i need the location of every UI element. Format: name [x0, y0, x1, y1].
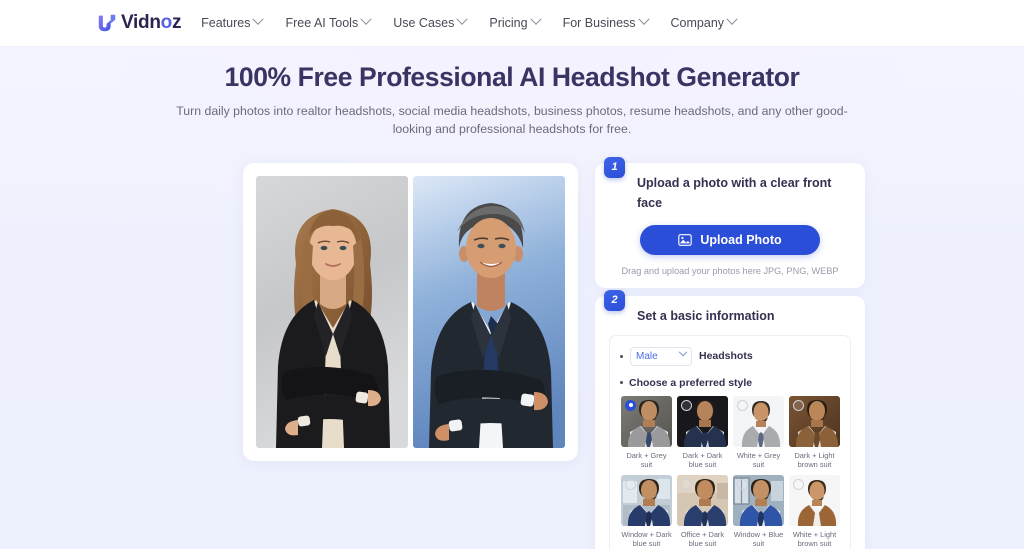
style-radio-selected[interactable]: [625, 399, 636, 411]
chevron-down-icon: [360, 13, 372, 25]
nav-label: Use Cases: [393, 16, 455, 30]
main-content: 1 Upload a photo with a clear front face…: [0, 139, 1024, 549]
style-label: Dark + Light brown suit: [794, 450, 835, 469]
upload-photo-button[interactable]: Upload Photo: [640, 224, 820, 255]
style-thumbnail: [621, 395, 672, 447]
chevron-down-icon: [529, 13, 542, 25]
nav-item-company[interactable]: Company: [670, 13, 738, 30]
style-option-white-light-brown-suit[interactable]: White + Light brown suit: [789, 475, 840, 549]
vidnoz-v-logo-icon: [96, 12, 118, 34]
page-body: 100% Free Professional AI Headshot Gener…: [0, 47, 1024, 549]
style-option-white-grey-suit[interactable]: White + Grey suit: [733, 395, 784, 470]
nav-label: Free AI Tools: [285, 16, 359, 30]
style-option-dark-grey-suit[interactable]: Dark + Grey suit: [621, 395, 672, 470]
style-radio[interactable]: [793, 399, 804, 411]
style-label: Office + Dark blue suit: [680, 530, 725, 549]
bullet-icon: [620, 354, 623, 358]
upload-hint-text: Drag and upload your photos here JPG, PN…: [621, 265, 839, 276]
style-radio[interactable]: [681, 399, 692, 411]
nav-item-use-cases[interactable]: Use Cases: [393, 13, 469, 30]
style-thumbnail: [733, 395, 784, 447]
nav-label: Features: [201, 16, 251, 30]
chevron-down-icon: [252, 13, 265, 25]
style-option-window-blue-suit[interactable]: Window + Blue suit: [733, 475, 784, 549]
style-label: Dark + Grey suit: [626, 450, 667, 469]
style-label: Window + Blue suit: [733, 530, 784, 549]
step-2-title: Set a basic information: [637, 308, 775, 323]
chevron-down-icon: [678, 348, 688, 357]
bullet-icon: [620, 381, 623, 385]
style-radio[interactable]: [737, 399, 748, 411]
nav-label: For Business: [562, 16, 636, 30]
chevron-down-icon: [637, 13, 650, 25]
gender-select[interactable]: Male: [630, 346, 692, 366]
step-2-card: 2 Set a basic information Male Headshots…: [595, 289, 865, 549]
style-thumbnail: [677, 395, 728, 447]
style-thumbnail: [789, 475, 840, 527]
gender-row: Male Headshots: [620, 346, 840, 366]
logo-wordmark: Vidnoz: [121, 12, 182, 33]
style-prompt-row: Choose a preferred style: [620, 377, 840, 389]
nav-item-free-ai-tools[interactable]: Free AI Tools: [285, 13, 372, 30]
step-1-title: Upload a photo with a clear front face: [637, 175, 832, 210]
gender-select-value: Male: [636, 350, 658, 362]
style-label: Dark + Dark blue suit: [682, 450, 723, 469]
style-label: White + Light brown suit: [792, 530, 837, 549]
style-option-dark-dark-blue-suit[interactable]: Dark + Dark blue suit: [677, 395, 728, 470]
step-1-card: 1 Upload a photo with a clear front face…: [595, 156, 865, 288]
nav-label: Pricing: [489, 16, 528, 30]
preview-photo-row: [256, 175, 565, 448]
basic-information-box: Male Headshots Choose a preferred style: [609, 334, 851, 549]
style-prompt-label: Choose a preferred style: [629, 376, 753, 389]
nav-item-for-business[interactable]: For Business: [562, 13, 650, 30]
style-label: White + Grey suit: [736, 450, 781, 469]
style-thumbnail: [621, 475, 672, 527]
headshots-label: Headshots: [699, 350, 753, 363]
style-thumbnail: [733, 475, 784, 527]
step-1-badge: 1: [604, 156, 625, 178]
page-title: 100% Free Professional AI Headshot Gener…: [224, 62, 800, 92]
style-grid: Dark + Grey suit Dark + Dark blue suit W…: [620, 395, 840, 549]
nav-label: Company: [670, 16, 725, 30]
step-2-badge: 2: [604, 289, 625, 311]
hero-section: 100% Free Professional AI Headshot Gener…: [0, 47, 1024, 139]
preview-photo-card: [243, 162, 578, 461]
nav-item-pricing[interactable]: Pricing: [489, 13, 542, 30]
image-upload-icon: [678, 233, 693, 246]
preview-photo-woman: [256, 175, 408, 448]
top-navbar: Vidnoz Features Free AI Tools Use Cases …: [0, 0, 1024, 47]
style-thumbnail: [789, 395, 840, 447]
vidnoz-logo[interactable]: Vidnoz: [96, 12, 181, 34]
nav-menu: Features Free AI Tools Use Cases Pricing…: [201, 13, 738, 30]
upload-button-label: Upload Photo: [700, 232, 782, 247]
steps-panel: 1 Upload a photo with a clear front face…: [595, 156, 865, 549]
preview-photo-man: [413, 175, 565, 448]
style-option-dark-light-brown-suit[interactable]: Dark + Light brown suit: [789, 395, 840, 470]
style-option-office-dark-blue-suit[interactable]: Office + Dark blue suit: [677, 475, 728, 549]
nav-item-features[interactable]: Features: [201, 13, 265, 30]
chevron-down-icon: [726, 13, 738, 25]
style-option-window-dark-blue-suit[interactable]: Window + Dark blue suit: [621, 475, 672, 549]
style-thumbnail: [677, 475, 728, 527]
style-label: Window + Dark blue suit: [621, 530, 672, 549]
chevron-down-icon: [456, 13, 469, 25]
page-subtitle: Turn daily photos into realtor headshots…: [176, 104, 848, 136]
